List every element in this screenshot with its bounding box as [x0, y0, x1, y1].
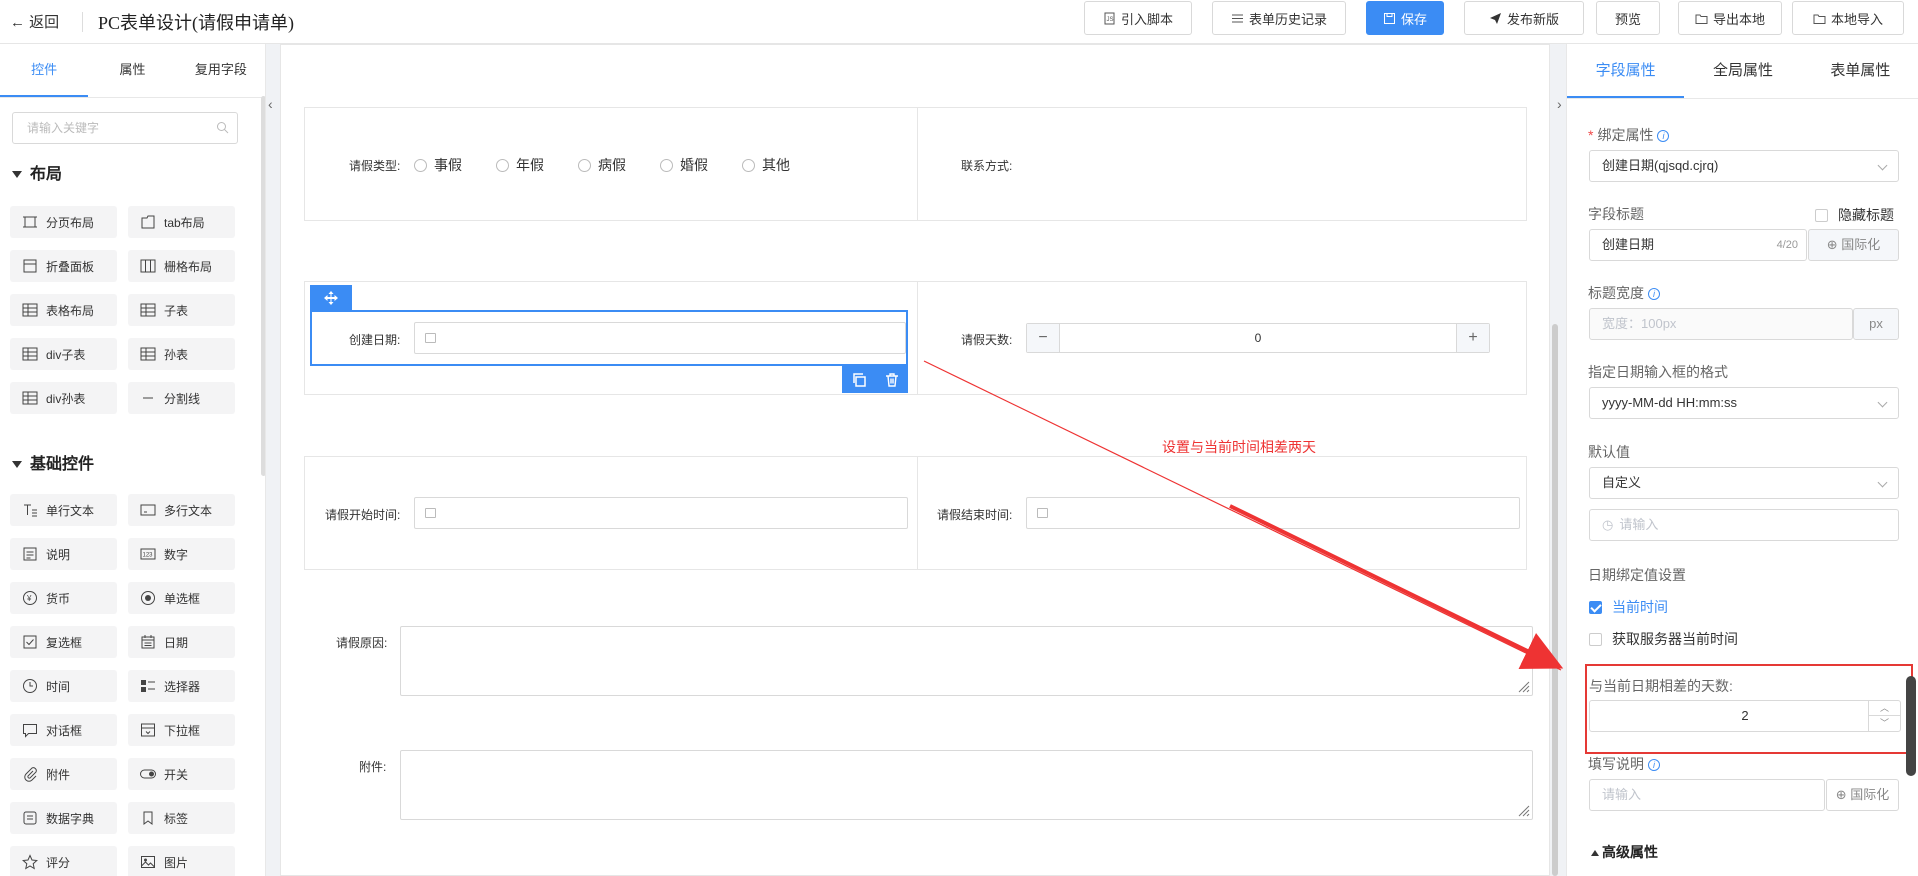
char-count: 4/20 [1776, 239, 1798, 251]
i18n-label: 国际化 [1850, 787, 1890, 802]
days-diff-input[interactable]: 2 ︿ ﹀ [1589, 700, 1901, 732]
spin-up-icon[interactable]: ︿ [1869, 701, 1900, 716]
tab-field-properties[interactable]: 字段属性 [1567, 44, 1685, 98]
hide-title-checkbox[interactable]: 隐藏标题 [1815, 205, 1894, 225]
date-binding-label: 日期绑定值设置 [1588, 567, 1686, 583]
days-diff-value: 2 [1741, 708, 1749, 723]
date-format-label: 指定日期输入框的格式 [1588, 364, 1728, 380]
title-width-placeholder: 宽度：100px [1602, 316, 1677, 331]
field-title-value: 创建日期 [1602, 237, 1655, 252]
i18n-label: 国际化 [1841, 237, 1881, 252]
fill-desc-input[interactable]: 请输入 [1589, 779, 1825, 811]
checkbox-box [1815, 208, 1828, 222]
default-value-option: 自定义 [1602, 475, 1642, 490]
bind-attr-label: * 绑定属性 i [1588, 125, 1670, 145]
chevron-down-icon [1877, 397, 1888, 408]
fill-desc-text: 填写说明 [1588, 756, 1644, 772]
unit-label: px [1853, 308, 1899, 340]
current-time-checkbox[interactable]: 当前时间 [1589, 597, 1668, 617]
bind-attr-value: 创建日期(qjsqd.cjrq) [1602, 158, 1719, 173]
checkbox-checked [1589, 600, 1602, 614]
checkbox-box [1589, 632, 1602, 646]
title-width-label: 标题宽度 i [1588, 283, 1660, 303]
annotation-text: 设置与当前时间相差两天 [1162, 439, 1316, 455]
tab-form-properties[interactable]: 表单属性 [1802, 44, 1918, 98]
spin-down-icon[interactable]: ﹀ [1869, 716, 1900, 731]
current-time-label: 当前时间 [1612, 599, 1668, 615]
info-icon[interactable]: i [1657, 130, 1670, 143]
i18n-button[interactable]: ⊕ 国际化 [1826, 779, 1899, 811]
title-width-text: 标题宽度 [1588, 285, 1644, 301]
default-value-label: 默认值 [1588, 444, 1630, 460]
default-value-placeholder: 请输入 [1619, 517, 1659, 532]
chevron-down-icon [1877, 160, 1888, 171]
date-format-select[interactable]: yyyy-MM-dd HH:mm:ss [1589, 387, 1899, 419]
date-format-value: yyyy-MM-dd HH:mm:ss [1602, 395, 1738, 410]
field-title-input[interactable]: 创建日期 4/20 [1589, 229, 1807, 261]
tab-global-properties[interactable]: 全局属性 [1684, 44, 1801, 98]
right-tabs: 字段属性 全局属性 表单属性 [1567, 44, 1918, 99]
clock-icon: ◷ [1602, 517, 1614, 532]
right-scrollbar[interactable] [1906, 676, 1916, 776]
number-spinner[interactable]: ︿ ﹀ [1868, 701, 1900, 731]
advanced-section-header[interactable]: 高级属性 [1591, 842, 1658, 862]
bind-attr-select[interactable]: 创建日期(qjsqd.cjrq) [1589, 150, 1899, 182]
info-icon[interactable]: i [1648, 288, 1660, 301]
fill-desc-label: 填写说明 i [1588, 754, 1660, 774]
info-icon[interactable]: i [1648, 759, 1660, 772]
server-time-checkbox[interactable]: 获取服务器当前时间 [1589, 629, 1738, 649]
default-value-input[interactable]: ◷ 请输入 [1589, 509, 1899, 541]
server-time-label: 获取服务器当前时间 [1612, 631, 1738, 647]
title-width-input[interactable]: 宽度：100px [1589, 308, 1853, 340]
field-title-label: 字段标题 [1588, 206, 1644, 222]
fill-desc-placeholder: 请输入 [1602, 787, 1642, 802]
i18n-button[interactable]: ⊕ 国际化 [1808, 229, 1899, 261]
advanced-label: 高级属性 [1602, 844, 1658, 860]
days-diff-label: 与当前日期相差的天数: [1589, 678, 1733, 694]
chevron-down-icon [1877, 477, 1888, 488]
default-value-select[interactable]: 自定义 [1589, 467, 1899, 499]
caret-up-icon [1591, 850, 1599, 857]
bind-attr-text: 绑定属性 [1597, 127, 1654, 143]
hide-title-label: 隐藏标题 [1838, 207, 1894, 223]
